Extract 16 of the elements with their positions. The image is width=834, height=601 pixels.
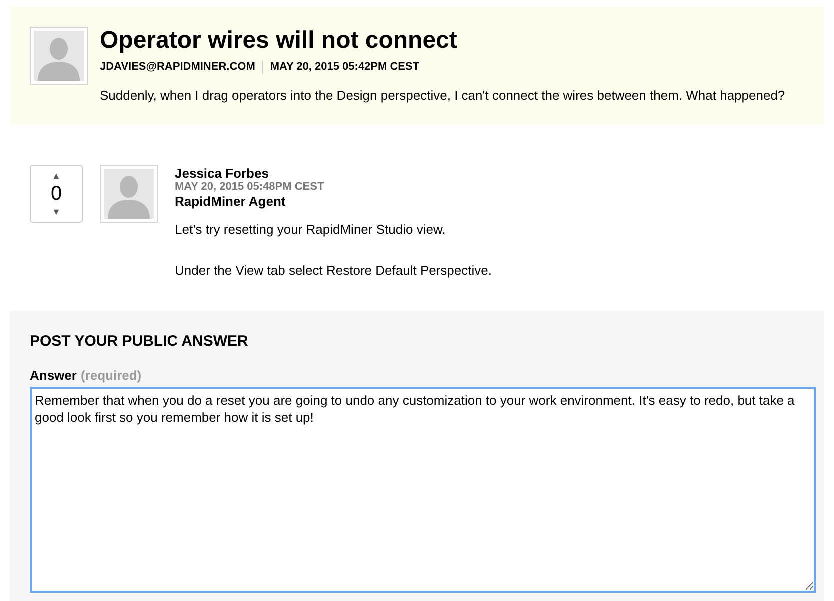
post-date: MAY 20, 2015 05:42PM CEST — [270, 60, 420, 75]
author-role: RapidMiner Agent — [175, 194, 287, 210]
answer-paragraph: Under the View tab select Restore Default Perspective. — [175, 262, 492, 280]
required-note: (required) — [80, 366, 142, 385]
section-heading: POST YOUR PUBLIC ANSWER — [30, 332, 250, 352]
vote-count: 0 — [50, 182, 62, 207]
answer-paragraph: Let’s try resetting your RapidMiner Studio view. — [175, 221, 447, 239]
question-title: Operator wires will not connect — [100, 27, 458, 55]
answer-field[interactable]: Remember that when you do a reset you are going to undo any customization to your work environment. It's easy to redo, but take a good look first so you remember how it is set up! — [30, 387, 816, 593]
downvote-button[interactable]: ▼ — [52, 207, 61, 217]
answer-date: MAY 20, 2015 05:48PM CEST — [175, 181, 326, 194]
field-label: Answer — [30, 366, 77, 384]
author-email: JDAVIES@RAPIDMINER.COM — [100, 60, 256, 75]
answer-author: Jessica Forbes — [175, 167, 270, 181]
question-body: Suddenly, when I drag operators into the Design perspective, I can't connect the wires between them. What happened? — [100, 86, 786, 105]
upvote-button[interactable]: ▲ — [52, 171, 61, 181]
